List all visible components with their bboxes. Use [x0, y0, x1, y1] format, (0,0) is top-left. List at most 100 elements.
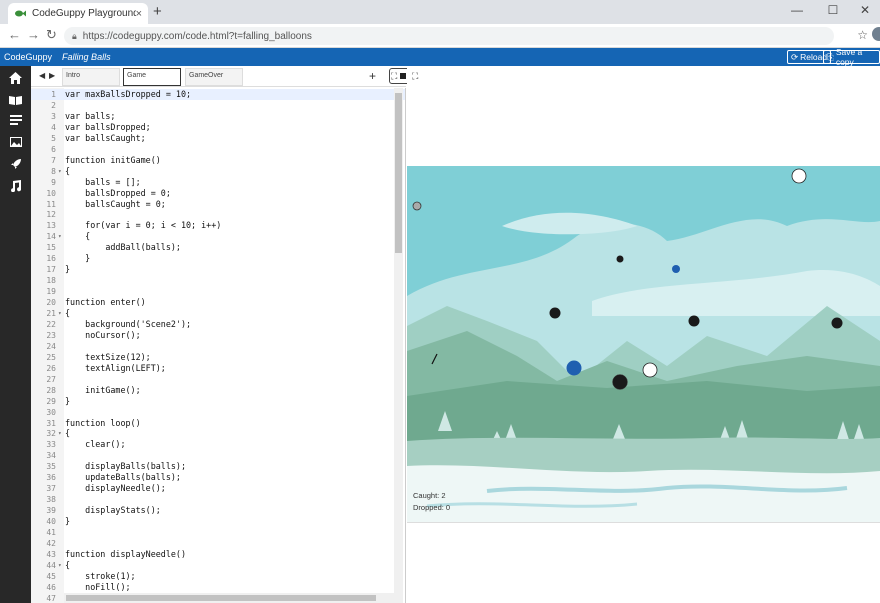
code-editor[interactable]: 1 var maxBallsDropped = 10; 2 3 var balls; 4 v… [31, 88, 406, 603]
code-line[interactable]: 40} [31, 516, 405, 527]
code-line[interactable]: 42 [31, 538, 405, 549]
code-line[interactable]: 33 clear(); [31, 439, 405, 450]
code-line[interactable]: 37 displayNeedle(); [31, 483, 405, 494]
code-text: textSize(12); [65, 351, 151, 362]
code-text: function loop() [65, 417, 141, 428]
code-line[interactable]: 11 ballsCaught = 0; [31, 199, 405, 210]
code-line[interactable]: 34 [31, 450, 405, 461]
ball[interactable] [642, 362, 658, 378]
code-line[interactable]: 3 var balls; [31, 111, 405, 122]
code-line[interactable]: 14 ▾ { [31, 231, 405, 242]
code-line[interactable]: 10 ballsDropped = 0; [31, 188, 405, 199]
code-line[interactable]: 29} [31, 396, 405, 407]
back-arrow-icon[interactable]: ← [8, 28, 21, 42]
code-line[interactable]: 41 [31, 527, 405, 538]
bookmark-star-icon[interactable]: ☆ [857, 28, 868, 42]
tab-gameover[interactable]: GameOver [185, 68, 243, 86]
ball[interactable] [549, 307, 561, 319]
code-line[interactable]: 21 ▾{ [31, 308, 405, 319]
code-line[interactable]: 1 var maxBallsDropped = 10; [31, 89, 405, 100]
ball[interactable] [791, 168, 807, 184]
fold-arrow-icon[interactable]: ▾ [58, 560, 62, 571]
ball[interactable] [566, 360, 582, 376]
new-tab-button[interactable]: + [153, 4, 162, 19]
tab-intro[interactable]: Intro [62, 68, 120, 86]
expand-output-icon[interactable]: ⛶ [412, 71, 418, 82]
url-field[interactable]: 🔒︎ https://codeguppy.com/code.html?t=fal… [64, 27, 880, 45]
list-icon[interactable] [8, 112, 23, 127]
code-line[interactable]: 20 function enter() [31, 297, 405, 308]
code-line[interactable]: 24 [31, 341, 405, 352]
fold-arrow-icon[interactable]: ▾ [58, 231, 62, 242]
scroll-thumb[interactable] [66, 595, 376, 601]
minimize-button[interactable]: — [782, 3, 812, 17]
code-line[interactable]: 19 [31, 286, 405, 297]
home-icon[interactable] [8, 70, 23, 85]
ball[interactable] [616, 255, 624, 263]
code-line[interactable]: 2 [31, 100, 405, 111]
editor-horizontal-scrollbar[interactable] [64, 593, 394, 603]
code-line[interactable]: 39 displayStats(); [31, 505, 405, 516]
code-line[interactable]: 8 ▾{ [31, 166, 405, 177]
code-line[interactable]: 12 [31, 209, 405, 220]
code-line[interactable]: 6 [31, 144, 405, 155]
close-window-button[interactable]: ✕ [850, 3, 880, 17]
ball[interactable] [412, 201, 422, 211]
ball[interactable] [688, 315, 700, 327]
code-line[interactable]: 46 noFill(); [31, 582, 405, 593]
code-line[interactable]: 43 function displayNeedle() [31, 549, 405, 560]
image-icon[interactable] [8, 134, 23, 149]
code-line[interactable]: 5 var ballsCaught; [31, 133, 405, 144]
add-scene-button[interactable]: + [369, 69, 376, 83]
reload-page-icon[interactable]: ↻ [46, 28, 57, 42]
fold-arrow-icon[interactable]: ▾ [58, 308, 62, 319]
maximize-button[interactable]: ☐ [818, 3, 848, 17]
code-line[interactable]: 7 function initGame() [31, 155, 405, 166]
code-line[interactable]: 36 updateBalls(balls); [31, 472, 405, 483]
code-line[interactable]: 35 displayBalls(balls); [31, 461, 405, 472]
code-line[interactable]: 30 [31, 407, 405, 418]
code-line[interactable]: 15 addBall(balls); [31, 242, 405, 253]
prev-scene-icon[interactable]: ◀ [39, 71, 45, 80]
code-line[interactable]: 23 noCursor(); [31, 330, 405, 341]
code-line[interactable]: 22 background('Scene2'); [31, 319, 405, 330]
project-title: Falling Balls [62, 52, 111, 62]
forward-arrow-icon[interactable]: → [27, 28, 40, 42]
ball[interactable] [612, 374, 628, 390]
tab-close-icon[interactable]: × [136, 8, 142, 20]
editor-vertical-scrollbar[interactable] [394, 88, 403, 603]
rocket-icon[interactable] [8, 156, 23, 171]
fold-arrow-icon[interactable]: ▾ [58, 428, 62, 439]
save-copy-button[interactable]: ⎘ Save a copy [823, 47, 880, 67]
code-line[interactable]: 32 ▾{ [31, 428, 405, 439]
scroll-thumb[interactable] [395, 93, 402, 253]
code-line[interactable]: 4 var ballsDropped; [31, 122, 405, 133]
code-line[interactable]: 44 ▾{ [31, 560, 405, 571]
code-line[interactable]: 13 for(var i = 0; i < 10; i++) [31, 220, 405, 231]
ball[interactable] [831, 317, 843, 329]
code-line[interactable]: 18 [31, 275, 405, 286]
browser-tab[interactable]: CodeGuppy Playground × [8, 3, 148, 24]
code-line[interactable]: 27 [31, 374, 405, 385]
code-line[interactable]: 38 [31, 494, 405, 505]
code-line[interactable]: 45 stroke(1); [31, 571, 405, 582]
game-canvas[interactable] [407, 166, 880, 523]
next-scene-icon[interactable]: ▶ [49, 71, 55, 80]
book-icon[interactable] [8, 92, 23, 107]
code-line[interactable]: 26 textAlign(LEFT); [31, 362, 405, 374]
ball[interactable] [672, 265, 680, 273]
code-line[interactable]: 25 textSize(12); [31, 351, 405, 363]
profile-avatar-icon[interactable] [872, 27, 880, 41]
fold-arrow-icon[interactable]: ▾ [58, 166, 62, 177]
code-text: var maxBallsDropped = 10; [65, 89, 192, 99]
code-text: textAlign(LEFT); [65, 362, 166, 373]
expand-editor-icon[interactable]: ⛶ [391, 71, 397, 82]
tab-game[interactable]: Game [123, 68, 181, 86]
code-line[interactable]: 17} [31, 264, 405, 275]
brand-label[interactable]: CodeGuppy [4, 52, 52, 62]
code-line[interactable]: 31 function loop() [31, 417, 405, 429]
code-line[interactable]: 9 balls = []; [31, 177, 405, 188]
code-line[interactable]: 28 initGame(); [31, 385, 405, 396]
code-line[interactable]: 16 } [31, 253, 405, 264]
music-icon[interactable] [8, 178, 23, 193]
